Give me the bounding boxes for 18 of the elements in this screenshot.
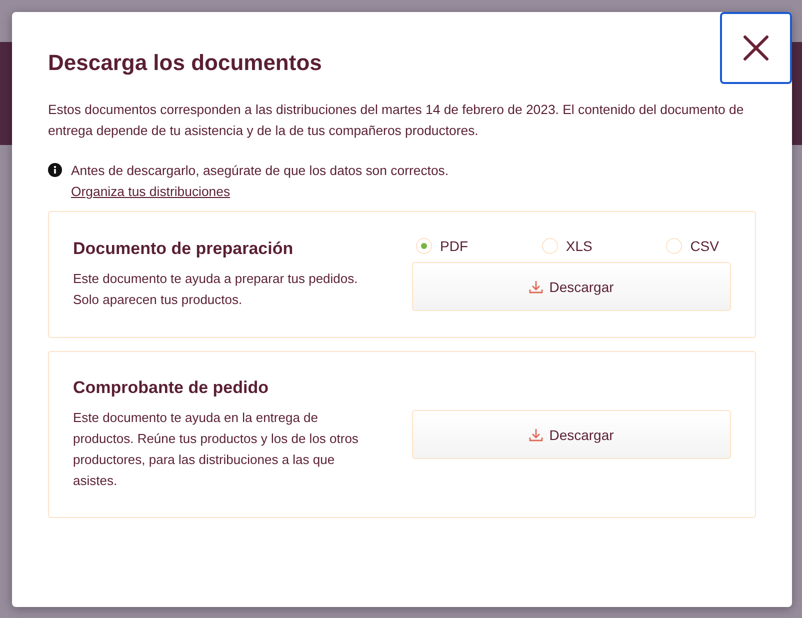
download-icon	[529, 280, 544, 294]
close-icon	[743, 35, 769, 61]
download-button[interactable]: Descargar	[412, 262, 731, 311]
format-radio[interactable]: CSV	[666, 238, 719, 254]
card-title: Documento de preparación	[73, 239, 294, 259]
download-button[interactable]: Descargar	[412, 410, 731, 459]
card-description: Este documento te ayuda a preparar tus pedidos. Solo aparecen tus productos.	[73, 270, 359, 309]
download-icon	[529, 428, 544, 442]
close-button[interactable]	[720, 12, 792, 84]
format-radio[interactable]: XLS	[542, 238, 592, 254]
info-icon	[48, 163, 62, 177]
notice-text: Antes de descargarlo, asegúrate de que los datos son correctos.	[71, 162, 449, 180]
format-radio[interactable]: PDF	[416, 238, 468, 254]
distributions-link[interactable]: Organiza tus distribuciones	[71, 184, 230, 199]
card-title: Comprobante de pedido	[73, 378, 270, 398]
dialog-title: Descarga los documentos	[48, 50, 323, 76]
intro-text: Estos documentos corresponden a las distribuciones del martes 14 de febrero de 2023. El contenido del documento de entrega depende de tu asistencia y de la de tus compañeros productores.	[48, 101, 745, 140]
card-description: Este documento te ayuda en la entrega de productos. Reúne tus productos y los de los otros productores, para las distribuciones a las que asistes.	[73, 409, 360, 490]
